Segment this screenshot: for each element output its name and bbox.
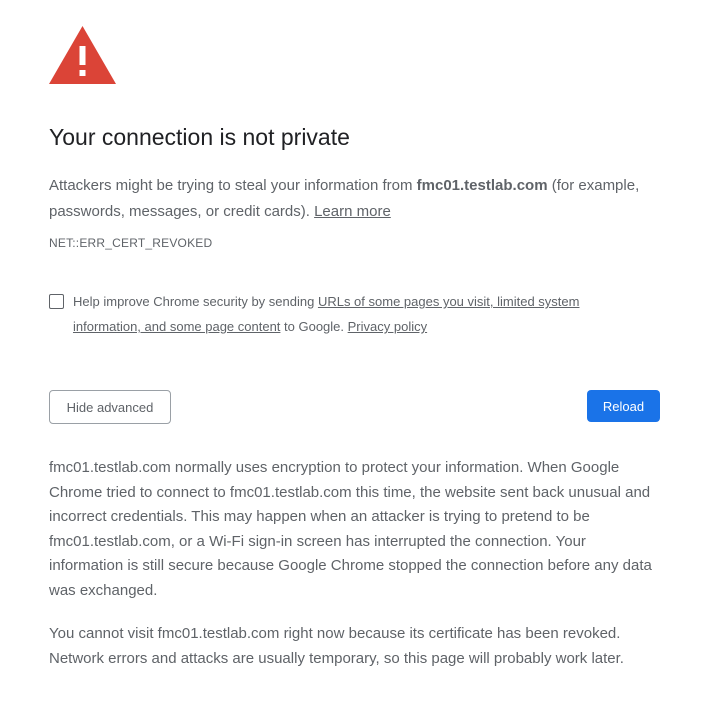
error-code: NET::ERR_CERT_REVOKED: [49, 236, 213, 250]
opt-in-text-middle: to Google.: [280, 319, 348, 334]
warning-triangle-icon: [49, 26, 116, 84]
main-message: Attackers might be trying to steal your …: [49, 173, 664, 225]
main-message-prefix: Attackers might be trying to steal your …: [49, 177, 417, 194]
privacy-policy-link[interactable]: Privacy policy: [348, 319, 427, 334]
hide-advanced-button[interactable]: Hide advanced: [49, 390, 171, 424]
warning-icon: [49, 26, 116, 84]
opt-in-checkbox[interactable]: [49, 294, 64, 309]
details-paragraph-1: fmc01.testlab.com normally uses encrypti…: [49, 459, 652, 599]
learn-more-link[interactable]: Learn more: [314, 203, 391, 220]
opt-in-text: Help improve Chrome security by sending …: [73, 289, 633, 339]
page-title: Your connection is not private: [49, 124, 350, 150]
host-name: fmc01.testlab.com: [416, 177, 548, 194]
opt-in-text-prefix: Help improve Chrome security by sending: [73, 294, 318, 309]
reload-button[interactable]: Reload: [587, 390, 660, 422]
details-paragraph-2: You cannot visit fmc01.testlab.com right…: [49, 625, 624, 667]
